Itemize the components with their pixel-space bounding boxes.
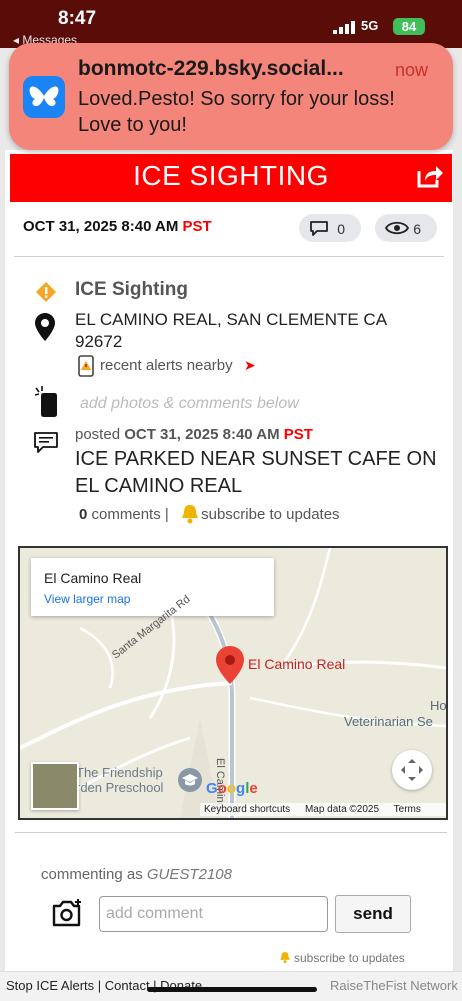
posted-prefix: posted bbox=[75, 426, 121, 443]
comment-bubble-icon bbox=[310, 221, 328, 236]
status-time: 8:47 bbox=[58, 8, 97, 29]
eye-icon bbox=[385, 221, 409, 235]
notification-time: now bbox=[395, 60, 429, 80]
alert-header: ICE SIGHTING bbox=[10, 154, 452, 202]
comment-count-badge[interactable]: 0 bbox=[299, 214, 361, 242]
camera-icon[interactable] bbox=[51, 898, 83, 928]
map-poi-label: Veterinarian Se bbox=[344, 714, 433, 729]
map-poi-label: The Friendship bbox=[76, 765, 163, 780]
map-pin-label: El Camino Real bbox=[248, 656, 346, 672]
page-title: ICE SIGHTING bbox=[133, 160, 329, 191]
map-embed[interactable]: El Camino Real View larger map El Camino… bbox=[18, 546, 448, 820]
posted-line: posted OCT 31, 2025 8:40 AM PST bbox=[75, 426, 313, 443]
posted-timezone: PST bbox=[283, 426, 313, 443]
comments-summary: 0 comments | subscribe to updates bbox=[79, 506, 340, 523]
map-info-card: El Camino Real View larger map bbox=[31, 558, 274, 616]
home-indicator[interactable] bbox=[147, 987, 317, 992]
commenting-as-label: commenting as bbox=[41, 866, 143, 883]
alert-type: ICE Sighting bbox=[75, 279, 188, 300]
map-attribution: Keyboard shortcuts Map data ©2025 Terms bbox=[200, 803, 446, 816]
comments-label[interactable]: comments bbox=[92, 506, 161, 523]
comment-input[interactable] bbox=[99, 896, 328, 932]
warning-diamond-icon bbox=[36, 282, 56, 302]
signal-icon bbox=[333, 21, 355, 34]
guest-username: GUEST2108 bbox=[146, 866, 232, 883]
phone-alert-icon bbox=[78, 355, 94, 377]
divider bbox=[14, 256, 444, 257]
add-photos-hint: add photos & comments below bbox=[80, 395, 299, 412]
footer-bar: Stop ICE Alerts | Contact | Donate Raise… bbox=[0, 971, 462, 1001]
map-pin-icon[interactable] bbox=[216, 646, 244, 684]
view-count-badge: 6 bbox=[375, 214, 437, 242]
send-button[interactable]: send bbox=[335, 895, 411, 933]
battery-icon: 84 bbox=[393, 18, 425, 35]
comments-count: 0 bbox=[79, 506, 88, 523]
fullscreen-arrows-icon bbox=[401, 759, 423, 781]
map-poi-label: rden Preschool bbox=[76, 780, 164, 795]
butterfly-icon bbox=[29, 86, 59, 106]
arrow-right-icon: ➤ bbox=[244, 357, 256, 373]
footer-brand[interactable]: RaiseTheFist Network bbox=[330, 978, 458, 993]
map-data-label: Map data ©2025 bbox=[304, 804, 380, 815]
notification-banner[interactable]: bonmotc-229.bsky.social... now Loved.Pes… bbox=[9, 43, 453, 150]
bell-icon[interactable] bbox=[180, 503, 200, 525]
divider bbox=[15, 832, 447, 833]
map-fullscreen-button[interactable] bbox=[392, 750, 432, 790]
satellite-view-toggle[interactable] bbox=[31, 762, 79, 810]
bell-icon bbox=[280, 952, 290, 964]
map-place-name: El Camino Real bbox=[44, 570, 142, 586]
alert-date: OCT 31, 2025 8:40 AM PST bbox=[23, 218, 212, 235]
alert-timezone: PST bbox=[182, 218, 212, 235]
school-icon bbox=[178, 768, 202, 792]
status-bar: 8:47 ◂ Messages 5G 84 bbox=[0, 0, 462, 48]
comment-count: 0 bbox=[337, 221, 345, 237]
bluesky-app-icon bbox=[23, 76, 65, 118]
message-icon bbox=[34, 432, 58, 453]
alert-address: EL CAMINO REAL, SAN CLEMENTE CA 92672 bbox=[75, 310, 387, 351]
posted-date: OCT 31, 2025 8:40 AM bbox=[124, 426, 280, 443]
view-count: 6 bbox=[413, 221, 421, 237]
subscribe-updates-link[interactable]: subscribe to updates bbox=[294, 951, 405, 965]
keyboard-shortcuts-link[interactable]: Keyboard shortcuts bbox=[204, 804, 290, 815]
network-label: 5G bbox=[361, 18, 379, 33]
subscribe-link[interactable]: subscribe to updates bbox=[201, 506, 339, 523]
location-pin-icon bbox=[35, 313, 55, 341]
view-larger-map-link[interactable]: View larger map bbox=[44, 592, 130, 606]
separator: | bbox=[164, 506, 169, 523]
share-icon[interactable] bbox=[416, 163, 444, 189]
terms-link[interactable]: Terms bbox=[394, 804, 421, 815]
commenting-as: commenting as GUEST2108 bbox=[41, 866, 232, 883]
google-logo: Google bbox=[206, 780, 258, 797]
camera-phone-icon[interactable] bbox=[34, 386, 60, 418]
notification-body: Loved.Pesto! So sorry for your loss! Lov… bbox=[78, 88, 395, 136]
map-poi-label: Ho bbox=[430, 698, 447, 713]
alert-date-text: OCT 31, 2025 8:40 AM bbox=[23, 218, 179, 235]
recent-alerts-nearby-link[interactable]: recent alerts nearby bbox=[100, 357, 233, 374]
notification-title: bonmotc-229.bsky.social... bbox=[78, 57, 344, 80]
report-text: ICE PARKED NEAR SUNSET CAFE ON EL CAMINO… bbox=[75, 448, 437, 497]
